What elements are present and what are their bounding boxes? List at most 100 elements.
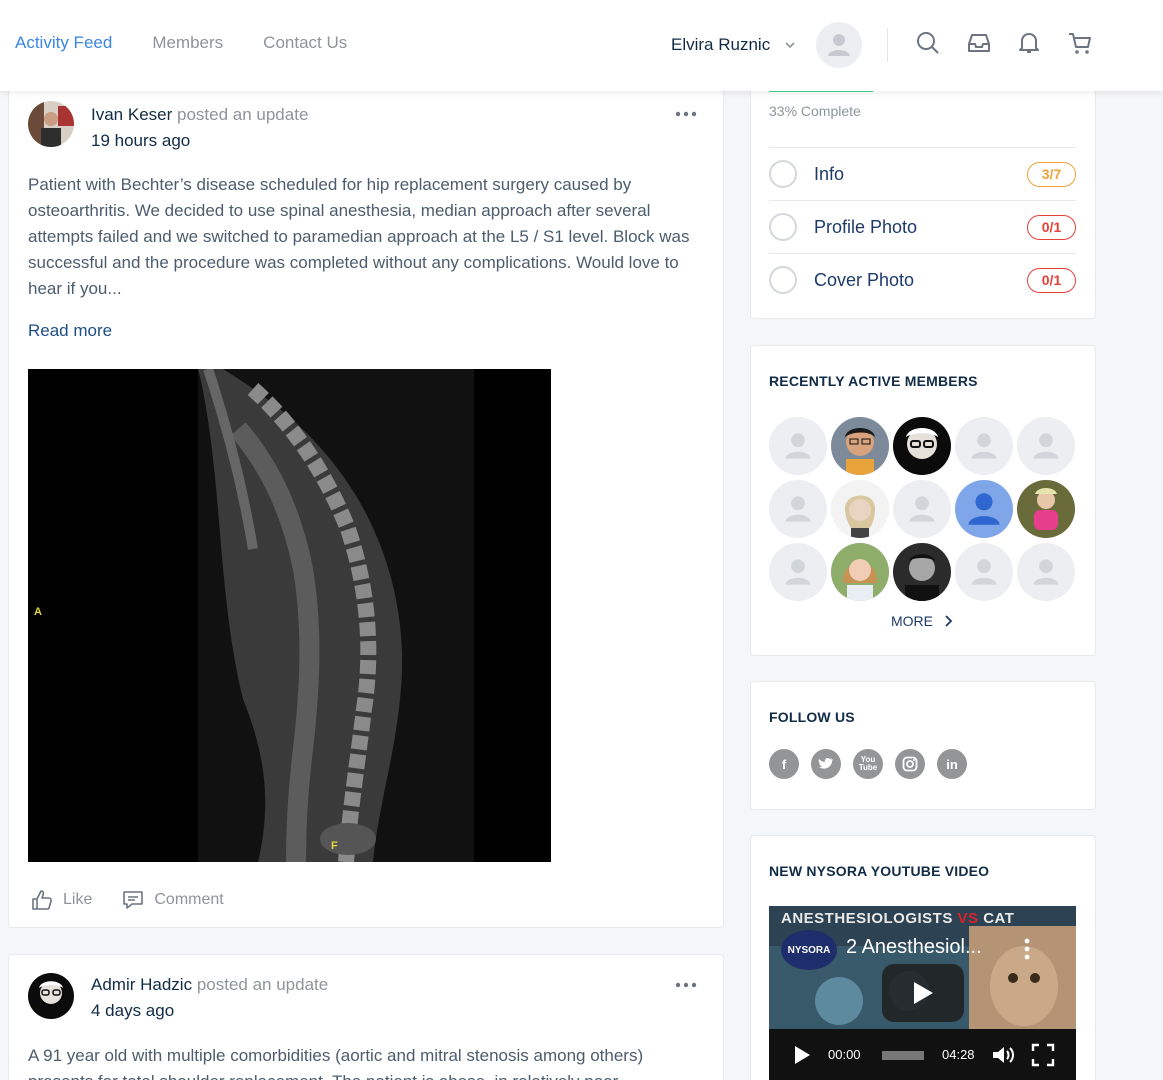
member-avatar[interactable] [831, 543, 889, 601]
user-placeholder-icon [909, 496, 935, 522]
user-placeholder-icon [785, 559, 811, 585]
user-menu[interactable]: Elvira Ruznic [671, 22, 863, 68]
member-avatar[interactable] [1017, 417, 1075, 475]
volume-icon[interactable] [991, 1044, 1017, 1066]
member-avatar[interactable] [769, 417, 827, 475]
overlay-text-right: CAT [983, 910, 1015, 927]
profile-step-cover-photo[interactable]: Cover Photo 0/1 [769, 253, 1076, 306]
profile-completion-widget: 33% Complete Info 3/7 Profile Photo 0/1 … [750, 70, 1096, 319]
more-options-icon[interactable] [675, 111, 697, 117]
overlay-text-left: ANESTHESIOLOGISTS [781, 910, 953, 927]
bell-icon[interactable] [1016, 30, 1042, 56]
more-members-link[interactable]: MORE [891, 613, 953, 629]
recently-active-members-widget: RECENTLY ACTIVE MEMBERS MORE [750, 345, 1096, 656]
like-label: Like [63, 891, 93, 908]
member-photo [893, 543, 951, 601]
inbox-icon[interactable] [966, 30, 992, 56]
play-icon [914, 982, 933, 1004]
author-name[interactable]: Ivan Keser [91, 105, 172, 124]
mri-scan-image: A F [28, 369, 551, 862]
cart-icon[interactable] [1067, 30, 1093, 56]
search-icon[interactable] [915, 30, 941, 56]
chevron-down-icon [785, 42, 795, 49]
more-options-icon[interactable] [675, 982, 697, 988]
profile-step-info[interactable]: Info 3/7 [769, 147, 1076, 200]
video-controls: 00:00 04:28 [769, 1029, 1076, 1080]
member-avatar[interactable] [1017, 480, 1075, 538]
header-divider [887, 28, 888, 62]
overlay-text-vs: VS [957, 910, 979, 927]
member-avatar[interactable] [955, 480, 1013, 538]
duration: 04:28 [942, 1047, 975, 1062]
author-name[interactable]: Admir Hadzic [91, 975, 192, 994]
seek-bar[interactable] [882, 1051, 924, 1060]
post-header: Ivan Keser posted an update [91, 105, 308, 125]
twitter-icon[interactable] [811, 749, 841, 779]
members-grid [769, 417, 1079, 601]
post-time[interactable]: 4 days ago [91, 1001, 174, 1021]
member-avatar[interactable] [893, 417, 951, 475]
step-label[interactable]: Profile Photo [814, 217, 1027, 238]
more-label: MORE [891, 613, 933, 629]
widget-title: RECENTLY ACTIVE MEMBERS [769, 373, 978, 389]
video-title[interactable]: 2 Anesthesiol... [846, 936, 982, 959]
member-avatar[interactable] [769, 480, 827, 538]
member-photo [1017, 480, 1075, 538]
member-avatar[interactable] [769, 543, 827, 601]
user-name: Elvira Ruznic [671, 35, 771, 54]
post-time[interactable]: 19 hours ago [91, 131, 190, 151]
member-avatar[interactable] [1017, 543, 1075, 601]
nav-contact-us[interactable]: Contact Us [263, 33, 347, 53]
main-nav: Activity Feed Members Contact Us [15, 33, 347, 53]
profile-step-profile-photo[interactable]: Profile Photo 0/1 [769, 200, 1076, 253]
fullscreen-icon[interactable] [1031, 1043, 1055, 1067]
play-icon[interactable] [793, 1045, 811, 1065]
member-avatar[interactable] [893, 480, 951, 538]
thumbs-up-icon [32, 890, 52, 910]
chevron-right-icon [945, 615, 953, 627]
avatar[interactable] [816, 22, 863, 68]
member-photo [831, 543, 889, 601]
step-label[interactable]: Info [814, 164, 1027, 185]
member-photo [893, 417, 951, 475]
activity-post: Admir Hadzic posted an update 4 days ago… [8, 954, 724, 1080]
youtube-icon[interactable]: You Tube [853, 749, 883, 779]
activity-post: Ivan Keser posted an update 19 hours ago… [8, 80, 724, 928]
comment-button[interactable]: Comment [122, 889, 224, 911]
author-avatar[interactable] [28, 973, 74, 1019]
author-photo [28, 973, 74, 1019]
social-links: f You Tube in [769, 749, 967, 779]
post-header: Admir Hadzic posted an update [91, 975, 328, 995]
author-avatar[interactable] [28, 101, 74, 147]
instagram-icon[interactable] [895, 749, 925, 779]
member-avatar[interactable] [955, 417, 1013, 475]
nav-members[interactable]: Members [152, 33, 223, 53]
user-placeholder-icon [971, 433, 997, 459]
user-placeholder-icon [968, 493, 1000, 525]
user-placeholder-icon [1033, 559, 1059, 585]
post-text: Patient with Bechter’s disease scheduled… [28, 175, 690, 298]
play-overlay-button[interactable] [882, 964, 964, 1022]
user-placeholder-icon [1033, 433, 1059, 459]
read-more-link[interactable]: Read more [28, 321, 112, 341]
author-photo [28, 101, 74, 147]
mri-mark-a: A [34, 606, 42, 618]
member-avatar[interactable] [831, 480, 889, 538]
mri-mark-f: F [331, 840, 338, 852]
video-player[interactable]: ANESTHESIOLOGISTS VS CAT NYSORA 2 Anesth… [769, 906, 1076, 1080]
post-action: posted an update [196, 975, 329, 994]
facebook-icon[interactable]: f [769, 749, 799, 779]
twitter-bird-icon [818, 758, 833, 769]
user-placeholder-icon [828, 34, 851, 56]
member-avatar[interactable] [893, 543, 951, 601]
post-image-mri[interactable]: A F [28, 369, 551, 862]
like-button[interactable]: Like [31, 889, 92, 911]
member-avatar[interactable] [955, 543, 1013, 601]
nav-activity-feed[interactable]: Activity Feed [15, 33, 112, 53]
linkedin-icon[interactable]: in [937, 749, 967, 779]
top-header: Activity Feed Members Contact Us Elvira … [0, 0, 1163, 91]
member-avatar[interactable] [831, 417, 889, 475]
video-menu-icon[interactable] [1024, 938, 1030, 960]
step-label[interactable]: Cover Photo [814, 270, 1027, 291]
channel-logo[interactable]: NYSORA [781, 930, 837, 970]
